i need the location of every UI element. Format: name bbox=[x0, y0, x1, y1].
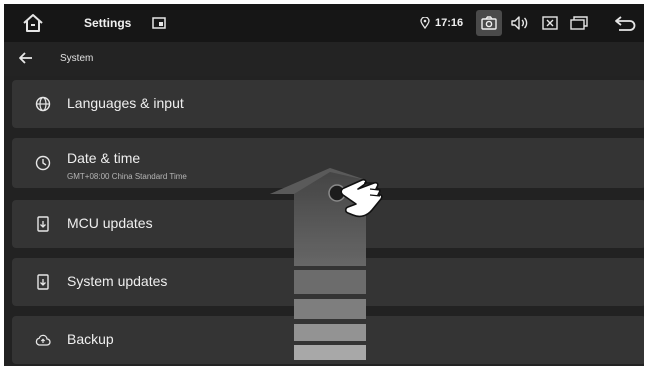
list-item-date-time[interactable]: Date & time GMT+08:00 China Standard Tim… bbox=[12, 138, 644, 188]
list-item-languages[interactable]: Languages & input bbox=[12, 80, 644, 128]
camera-icon[interactable] bbox=[476, 10, 502, 36]
list-item-label: Backup bbox=[67, 331, 114, 347]
close-window-icon[interactable] bbox=[542, 4, 558, 42]
sub-header: System bbox=[4, 42, 644, 76]
tablet-icon[interactable] bbox=[152, 4, 166, 42]
back-icon[interactable] bbox=[614, 4, 636, 42]
cloud-upload-icon bbox=[34, 331, 52, 349]
globe-icon bbox=[34, 95, 52, 113]
page-title: System bbox=[60, 53, 94, 64]
arrow-left-icon[interactable] bbox=[18, 51, 34, 70]
update-device-icon bbox=[34, 215, 52, 233]
status-bar: Settings 17:16 bbox=[4, 4, 644, 42]
list-item-label: System updates bbox=[67, 273, 168, 289]
list-item-backup[interactable]: Backup bbox=[12, 316, 644, 364]
update-device-icon bbox=[34, 273, 52, 291]
list-item-label: Languages & input bbox=[67, 95, 184, 111]
volume-icon[interactable] bbox=[510, 4, 528, 42]
list-item-system-updates[interactable]: System updates bbox=[12, 258, 644, 306]
list-item-label: Date & time bbox=[67, 150, 141, 166]
clock-icon bbox=[34, 154, 52, 172]
list-item-label: MCU updates bbox=[67, 215, 153, 231]
app-title: Settings bbox=[84, 16, 132, 30]
list-item-sublabel: GMT+08:00 China Standard Time bbox=[67, 172, 187, 181]
screen: Settings 17:16 System Languages & input … bbox=[4, 4, 644, 366]
list-item-mcu-updates[interactable]: MCU updates bbox=[12, 200, 644, 248]
location-icon bbox=[420, 4, 430, 42]
clock: 17:16 bbox=[435, 17, 464, 29]
multi-window-icon[interactable] bbox=[570, 4, 588, 42]
home-icon[interactable] bbox=[22, 4, 44, 42]
